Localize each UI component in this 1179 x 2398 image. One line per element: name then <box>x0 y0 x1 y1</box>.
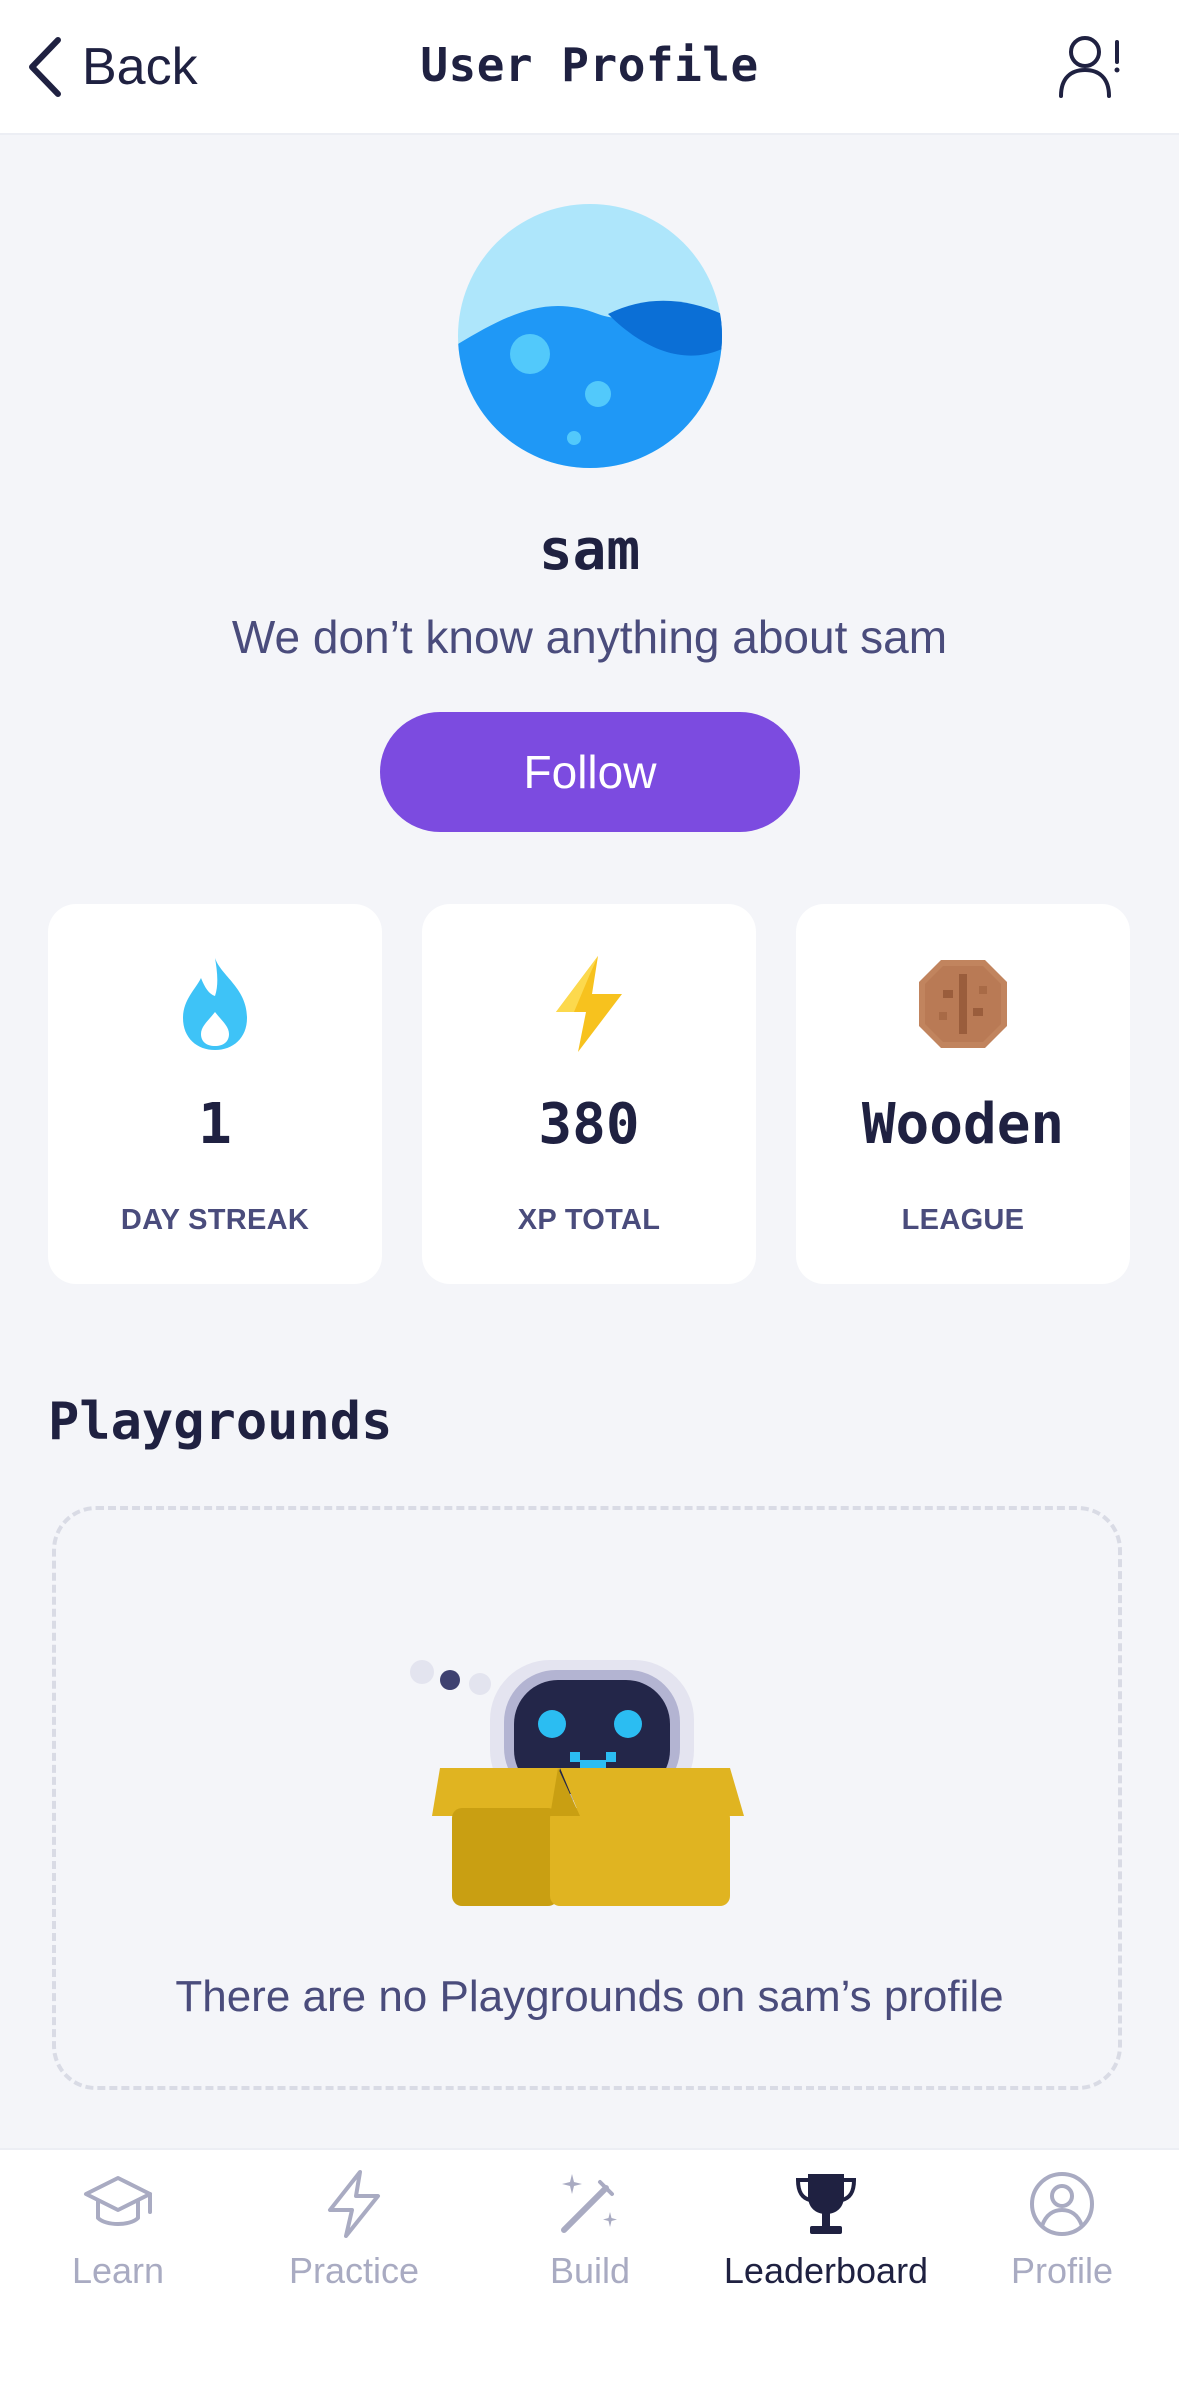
league-label: LEAGUE <box>901 1204 1025 1236</box>
nav-label-build: Build <box>549 2250 631 2291</box>
flame-icon <box>183 958 247 1050</box>
user-report-icon <box>1059 36 1120 98</box>
nav-item-practice[interactable]: Practice <box>236 2168 472 2318</box>
nav-item-leaderboard[interactable]: Leaderboard <box>708 2168 944 2318</box>
follow-button[interactable]: Follow <box>380 712 800 832</box>
trophy-icon <box>795 2174 857 2234</box>
stat-card-streak: 1 DAY STREAK <box>48 904 382 1284</box>
username: sam <box>538 518 641 583</box>
user-bio: We don’t know anything about sam <box>231 611 948 663</box>
wooden-league-icon <box>919 960 1007 1048</box>
nav-item-learn[interactable]: Learn <box>0 2168 236 2318</box>
magic-wand-icon <box>561 2174 617 2233</box>
empty-state-text: There are no Playgrounds on sam’s profil… <box>175 1972 1004 2021</box>
nav-label-leaderboard: Leaderboard <box>723 2250 929 2291</box>
streak-value: 1 <box>198 1092 232 1157</box>
lightning-icon <box>328 2170 380 2238</box>
report-user-button[interactable] <box>1055 32 1125 102</box>
graduation-cap-icon <box>84 2176 152 2226</box>
nav-label-learn: Learn <box>71 2250 165 2291</box>
xp-value: 380 <box>538 1092 640 1157</box>
playgrounds-title: Playgrounds <box>48 1392 393 1452</box>
top-bar: Back User Profile <box>0 0 1179 135</box>
lightning-icon <box>556 956 622 1052</box>
avatar <box>458 204 722 468</box>
robot-in-box-illustration <box>410 1660 744 1906</box>
stat-card-league: Wooden LEAGUE <box>796 904 1130 1284</box>
nav-label-profile: Profile <box>1010 2250 1114 2291</box>
page-title: User Profile <box>420 38 759 92</box>
streak-label: DAY STREAK <box>120 1204 310 1236</box>
bottom-nav: Learn Practice Build Leaderboard Profile <box>0 2148 1179 2398</box>
stat-card-xp: 380 XP TOTAL <box>422 904 756 1284</box>
league-value: Wooden <box>861 1092 1065 1157</box>
nav-item-profile[interactable]: Profile <box>944 2168 1179 2318</box>
user-circle-icon <box>1030 2172 1094 2236</box>
nav-label-practice: Practice <box>288 2250 420 2291</box>
nav-item-build[interactable]: Build <box>472 2168 708 2318</box>
xp-label: XP TOTAL <box>517 1204 661 1236</box>
